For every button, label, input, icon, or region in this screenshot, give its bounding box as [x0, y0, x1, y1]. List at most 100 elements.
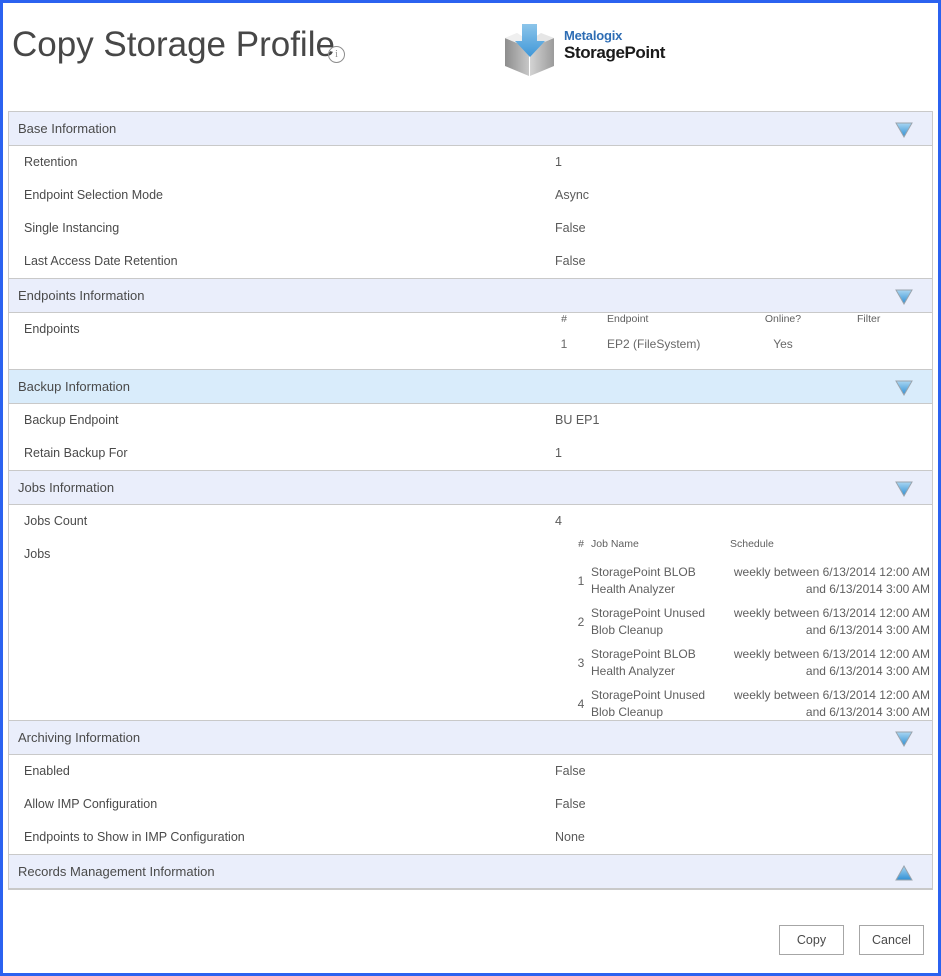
jobs-table-label: Jobs	[24, 547, 50, 561]
chevron-down-triangle-icon[interactable]	[895, 289, 913, 305]
chevron-down-triangle-icon[interactable]	[895, 731, 913, 747]
cell-schedule: weekly between 6/13/2014 12:00 AM and 6/…	[730, 646, 930, 680]
section-header-archiving-information[interactable]: Archiving Information	[9, 720, 932, 755]
column-header-online: Online?	[755, 313, 811, 325]
section-title: Archiving Information	[18, 730, 140, 745]
field-label: Single Instancing	[24, 221, 119, 235]
cell-job-name: StoragePoint Unused Blob Cleanup	[591, 605, 721, 639]
table-row: 1 EP2 (FileSystem) Yes	[555, 337, 934, 359]
copy-storage-profile-window: Copy Storage Profile i	[0, 0, 941, 976]
field-label: Jobs Count	[24, 514, 87, 528]
field-row: Single Instancing False	[9, 212, 932, 245]
cell-number: 2	[573, 614, 589, 631]
field-row: Last Access Date Retention False	[9, 245, 932, 278]
section-body-jobs-table: Jobs # Job Name Schedule 1 StoragePoint …	[9, 538, 932, 720]
field-label: Allow IMP Configuration	[24, 797, 157, 811]
field-value: False	[555, 764, 586, 778]
field-value: False	[555, 797, 586, 811]
field-value: False	[555, 254, 586, 268]
section-title: Endpoints Information	[18, 288, 144, 303]
column-header-schedule: Schedule	[730, 538, 930, 550]
field-row: Allow IMP Configuration False	[9, 788, 932, 821]
chevron-down-triangle-icon[interactable]	[895, 380, 913, 396]
field-label: Retention	[24, 155, 78, 169]
cell-endpoint: EP2 (FileSystem)	[607, 337, 700, 351]
section-body-archiving-information: Enabled False Allow IMP Configuration Fa…	[9, 755, 932, 854]
logo-brand: Metalogix	[564, 28, 665, 43]
column-header-endpoint: Endpoint	[607, 313, 648, 325]
section-body-jobs-count: Jobs Count 4	[9, 505, 932, 538]
field-label: Endpoints to Show in IMP Configuration	[24, 830, 245, 844]
profile-sections-panel: Base Information Retention 1 Endpoi	[8, 111, 933, 890]
field-row: Enabled False	[9, 755, 932, 788]
section-title: Jobs Information	[18, 480, 114, 495]
section-header-backup-information[interactable]: Backup Information	[9, 369, 932, 404]
field-row: Endpoints to Show in IMP Configuration N…	[9, 821, 932, 854]
logo-product: StoragePoint	[564, 43, 665, 63]
section-title: Records Management Information	[18, 864, 215, 879]
cell-number: 1	[555, 337, 573, 351]
field-value: 4	[555, 514, 562, 528]
column-header-job-name: Job Name	[591, 538, 721, 550]
section-body-endpoints-information: Endpoints # Endpoint Online? Filter 1 EP…	[9, 313, 932, 369]
chevron-up-triangle-icon[interactable]	[895, 865, 913, 881]
field-row: Endpoint Selection Mode Async	[9, 179, 932, 212]
page-header: Copy Storage Profile i	[3, 3, 938, 100]
cancel-button[interactable]: Cancel	[859, 925, 924, 955]
cell-schedule: weekly between 6/13/2014 12:00 AM and 6/…	[730, 687, 930, 721]
field-value: False	[555, 221, 586, 235]
field-value: Async	[555, 188, 589, 202]
field-value: BU EP1	[555, 413, 599, 427]
metalogix-storagepoint-logo: Metalogix StoragePoint	[502, 20, 702, 80]
section-header-records-management-information[interactable]: Records Management Information	[9, 854, 932, 889]
section-header-base-information[interactable]: Base Information	[9, 111, 932, 146]
column-header-number: #	[555, 313, 573, 325]
table-row: 1 StoragePoint BLOB Health Analyzer week…	[555, 562, 934, 603]
cell-job-name: StoragePoint BLOB Health Analyzer	[591, 646, 721, 680]
column-header-filter: Filter	[857, 313, 880, 325]
field-label: Last Access Date Retention	[24, 254, 178, 268]
cell-job-name: StoragePoint BLOB Health Analyzer	[591, 564, 721, 598]
section-header-endpoints-information[interactable]: Endpoints Information	[9, 278, 932, 313]
field-row: Jobs Count 4	[9, 505, 932, 538]
cell-online: Yes	[755, 337, 811, 351]
field-label: Backup Endpoint	[24, 413, 119, 427]
cell-schedule: weekly between 6/13/2014 12:00 AM and 6/…	[730, 605, 930, 639]
field-label: Enabled	[24, 764, 70, 778]
column-header-number: #	[573, 538, 589, 550]
section-title: Backup Information	[18, 379, 130, 394]
chevron-down-triangle-icon[interactable]	[895, 122, 913, 138]
field-value: None	[555, 830, 585, 844]
table-row: 3 StoragePoint BLOB Health Analyzer week…	[555, 644, 934, 685]
info-icon[interactable]: i	[328, 46, 345, 63]
dialog-footer: Copy Cancel	[3, 925, 938, 971]
window-inner: Copy Storage Profile i	[3, 3, 938, 973]
cell-number: 4	[573, 696, 589, 713]
field-label: Endpoint Selection Mode	[24, 188, 163, 202]
logo-text: Metalogix StoragePoint	[564, 28, 665, 63]
field-value: 1	[555, 446, 562, 460]
field-row: Backup Endpoint BU EP1	[9, 404, 932, 437]
section-header-jobs-information[interactable]: Jobs Information	[9, 470, 932, 505]
chevron-down-triangle-icon[interactable]	[895, 481, 913, 497]
table-row: 2 StoragePoint Unused Blob Cleanup weekl…	[555, 603, 934, 644]
endpoints-table: # Endpoint Online? Filter 1 EP2 (FileSys…	[555, 313, 934, 359]
page-title: Copy Storage Profile	[12, 25, 335, 65]
cell-schedule: weekly between 6/13/2014 12:00 AM and 6/…	[730, 564, 930, 598]
jobs-table: # Job Name Schedule 1 StoragePoint BLOB …	[555, 538, 934, 726]
table-header-row: # Endpoint Online? Filter	[555, 313, 934, 337]
section-title: Base Information	[18, 121, 116, 136]
endpoints-table-label: Endpoints	[24, 322, 80, 336]
copy-button[interactable]: Copy	[779, 925, 844, 955]
storagepoint-box-arrow-icon	[502, 22, 557, 78]
field-row: Retention 1	[9, 146, 932, 179]
cell-job-name: StoragePoint Unused Blob Cleanup	[591, 687, 721, 721]
section-body-backup-information: Backup Endpoint BU EP1 Retain Backup For…	[9, 404, 932, 470]
table-header-row: # Job Name Schedule	[555, 538, 934, 562]
cell-number: 1	[573, 573, 589, 590]
field-label: Retain Backup For	[24, 446, 128, 460]
section-body-base-information: Retention 1 Endpoint Selection Mode Asyn…	[9, 146, 932, 278]
field-value: 1	[555, 155, 562, 169]
cell-number: 3	[573, 655, 589, 672]
field-row: Retain Backup For 1	[9, 437, 932, 470]
